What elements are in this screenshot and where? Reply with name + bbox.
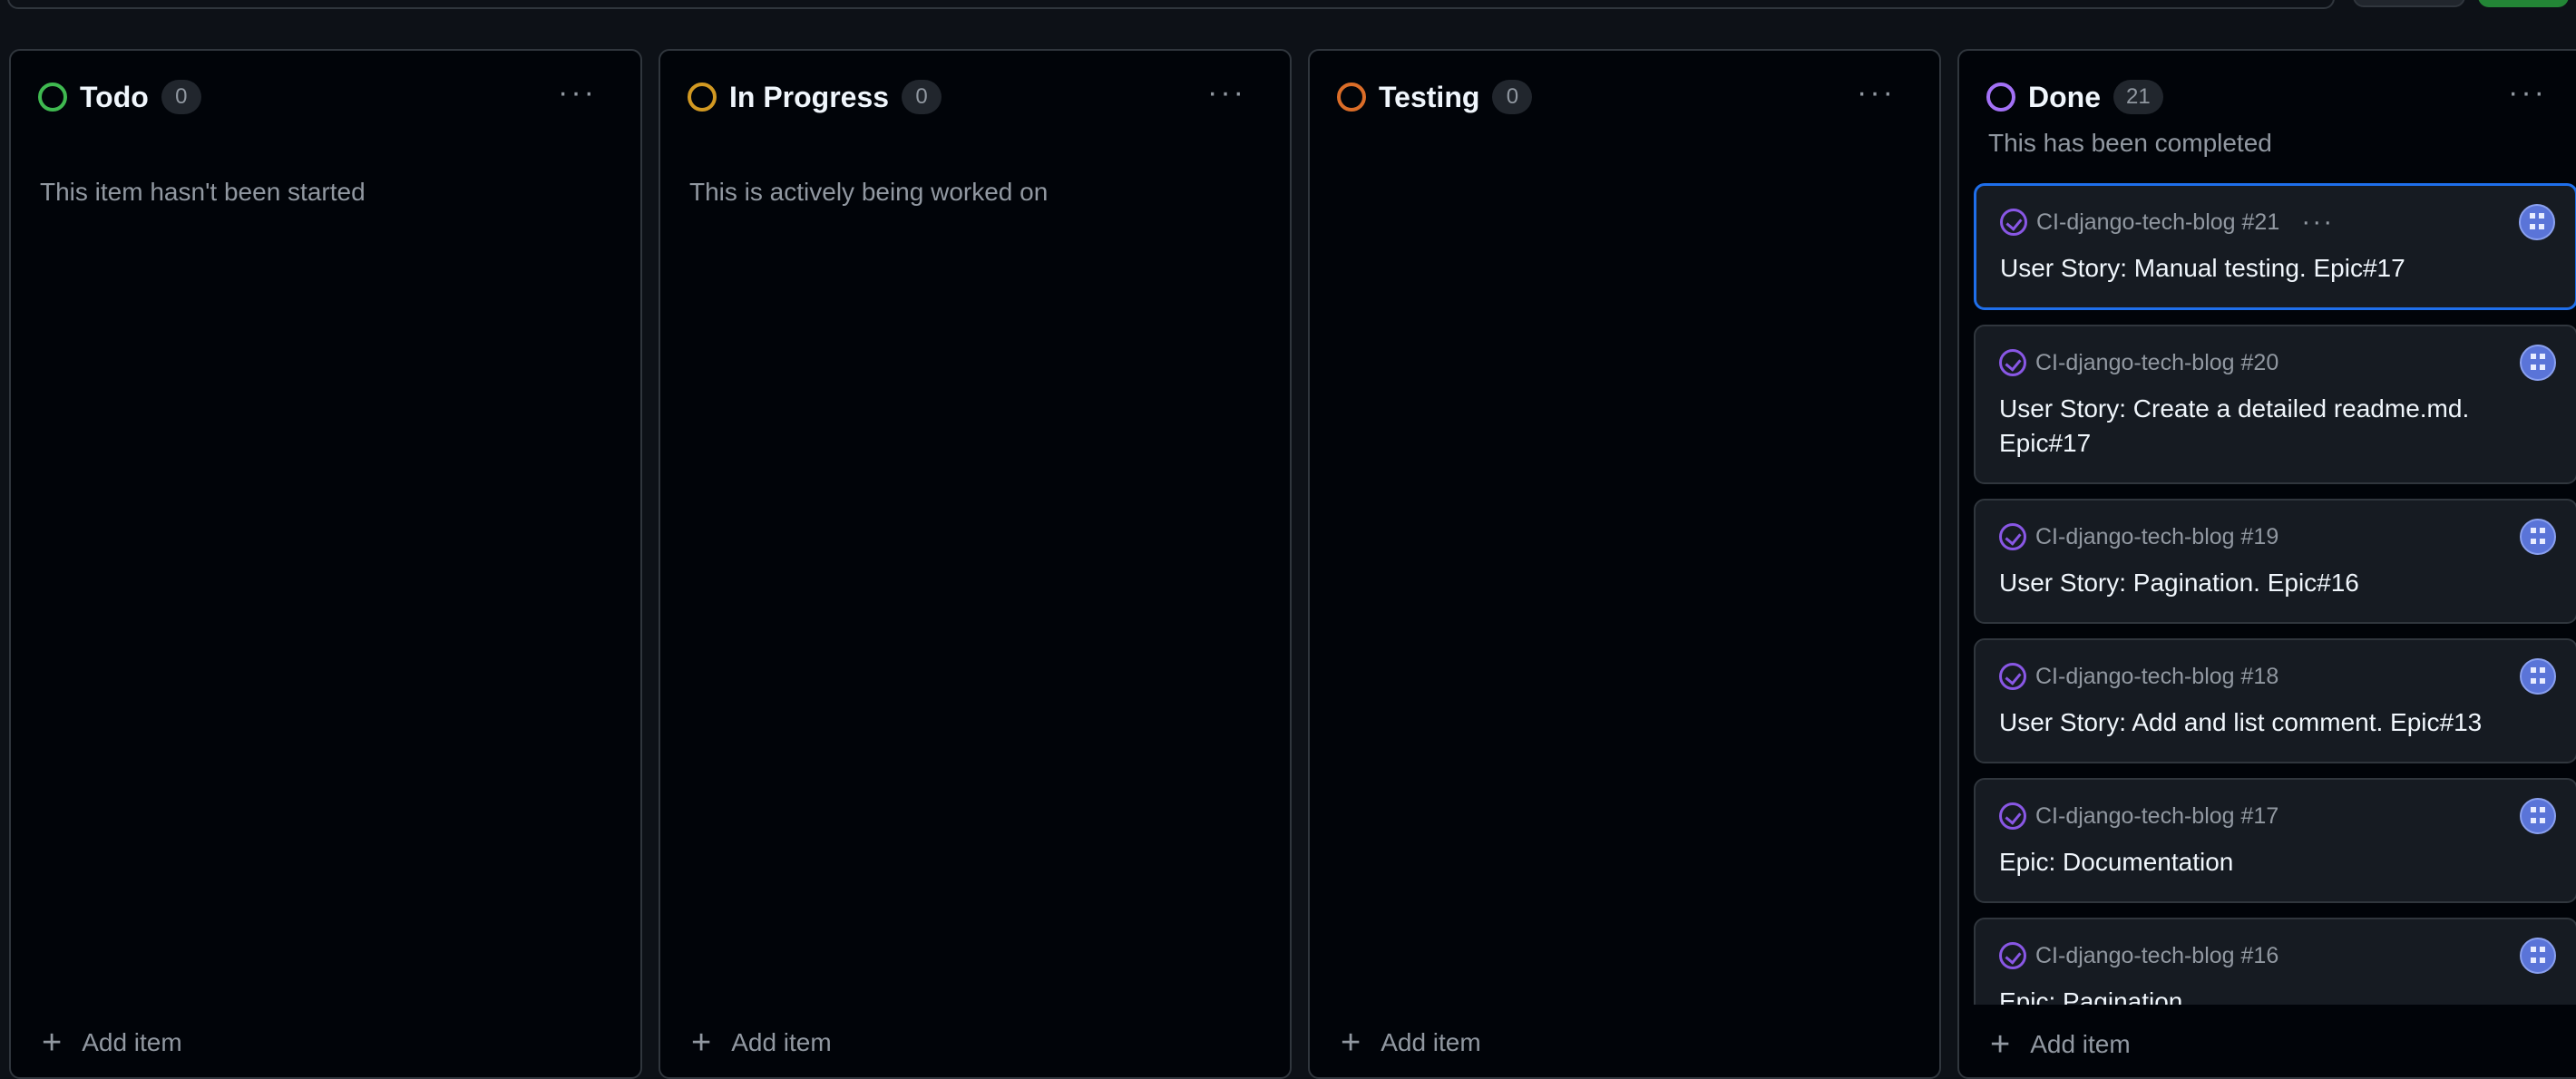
column-title: Testing: [1379, 80, 1480, 113]
ellipsis-icon[interactable]: ···: [2301, 209, 2334, 236]
status-circle-icon: [1986, 83, 2015, 112]
assignee-avatar[interactable]: [2520, 345, 2556, 381]
assignee-avatar[interactable]: [2520, 519, 2556, 555]
issue-card[interactable]: CI-django-tech-blog #17 Epic: Documentat…: [1974, 778, 2576, 903]
plus-icon: +: [42, 1024, 63, 1062]
issue-reference[interactable]: CI-django-tech-blog #20: [2035, 350, 2278, 376]
check-circle-icon: [1999, 523, 2026, 550]
plus-icon: +: [691, 1024, 712, 1062]
status-circle-icon: [1337, 83, 1366, 112]
issue-card[interactable]: CI-django-tech-blog #20 User Story: Crea…: [1974, 325, 2576, 484]
add-item-label: Add item: [2030, 1030, 2131, 1058]
item-count-badge: 0: [902, 80, 942, 114]
check-circle-icon: [1999, 349, 2026, 376]
issue-reference[interactable]: CI-django-tech-blog #17: [2035, 803, 2278, 830]
add-item-button[interactable]: + Add item: [1990, 1026, 2131, 1064]
check-circle-icon: [1999, 942, 2026, 969]
add-item-button[interactable]: + Add item: [42, 1024, 182, 1062]
issue-reference[interactable]: CI-django-tech-blog #19: [2035, 524, 2278, 550]
issue-title[interactable]: Epic: Pagination: [1999, 985, 2552, 1005]
issue-reference[interactable]: CI-django-tech-blog #21: [2036, 209, 2279, 236]
item-count-badge: 0: [161, 80, 201, 114]
column-header: Testing 0: [1337, 76, 1533, 118]
add-item-button[interactable]: + Add item: [691, 1024, 832, 1062]
add-item-label: Add item: [82, 1028, 182, 1056]
project-board: Todo 0 ··· This item hasn't been started…: [9, 49, 2576, 1079]
card-list: CI-django-tech-blog #21 ··· User Story: …: [1974, 183, 2576, 1005]
issue-title[interactable]: User Story: Manual testing. Epic#17: [2000, 251, 2552, 286]
column-header: Done 21: [1986, 76, 2163, 118]
column-todo: Todo 0 ··· This item hasn't been started…: [9, 49, 642, 1079]
issue-title[interactable]: Epic: Documentation: [1999, 845, 2552, 880]
ellipsis-icon[interactable]: ···: [2508, 77, 2547, 108]
plus-icon: +: [1341, 1024, 1361, 1062]
issue-title[interactable]: User Story: Add and list comment. Epic#1…: [1999, 705, 2552, 740]
assignee-avatar[interactable]: [2520, 938, 2556, 974]
check-circle-icon: [2000, 209, 2027, 236]
issue-title[interactable]: User Story: Pagination. Epic#16: [1999, 566, 2552, 600]
plus-icon: +: [1990, 1026, 2011, 1064]
ellipsis-icon[interactable]: ···: [1857, 77, 1896, 108]
item-count-badge: 21: [2113, 80, 2163, 114]
issue-card[interactable]: CI-django-tech-blog #19 User Story: Pagi…: [1974, 499, 2576, 624]
column-header: In Progress 0: [688, 76, 942, 118]
item-count-badge: 0: [1492, 80, 1533, 114]
assignee-avatar[interactable]: [2520, 798, 2556, 834]
add-item-button[interactable]: + Add item: [1341, 1024, 1481, 1062]
issue-card[interactable]: CI-django-tech-blog #16 Epic: Pagination: [1974, 918, 2576, 1005]
issue-title[interactable]: User Story: Create a detailed readme.md.…: [1999, 392, 2552, 461]
status-circle-icon: [688, 83, 717, 112]
column-title: Done: [2028, 80, 2101, 113]
issue-reference[interactable]: CI-django-tech-blog #16: [2035, 943, 2278, 969]
column-header: Todo 0: [38, 76, 201, 118]
discard-button[interactable]: [2353, 0, 2465, 7]
status-circle-icon: [38, 83, 67, 112]
column-description: This has been completed: [1988, 129, 2272, 157]
column-description: This is actively being worked on: [689, 178, 1049, 206]
column-testing: Testing 0 ··· + Add item: [1308, 49, 1941, 1079]
check-circle-icon: [1999, 802, 2026, 830]
column-title: Todo: [80, 80, 149, 113]
add-item-label: Add item: [1381, 1028, 1481, 1056]
filter-input[interactable]: [7, 0, 2335, 9]
ellipsis-icon[interactable]: ···: [558, 77, 597, 108]
issue-card[interactable]: CI-django-tech-blog #18 User Story: Add …: [1974, 638, 2576, 763]
issue-reference[interactable]: CI-django-tech-blog #18: [2035, 664, 2278, 690]
add-item-label: Add item: [731, 1028, 832, 1056]
save-button[interactable]: [2478, 0, 2569, 7]
issue-card[interactable]: CI-django-tech-blog #21 ··· User Story: …: [1974, 183, 2576, 310]
column-in-progress: In Progress 0 ··· This is actively being…: [659, 49, 1292, 1079]
column-done: Done 21 ··· This has been completed CI-d…: [1957, 49, 2576, 1079]
column-title: In Progress: [729, 80, 890, 113]
check-circle-icon: [1999, 663, 2026, 690]
ellipsis-icon[interactable]: ···: [1207, 77, 1246, 108]
column-description: This item hasn't been started: [40, 178, 366, 206]
assignee-avatar[interactable]: [2519, 204, 2555, 240]
assignee-avatar[interactable]: [2520, 658, 2556, 695]
